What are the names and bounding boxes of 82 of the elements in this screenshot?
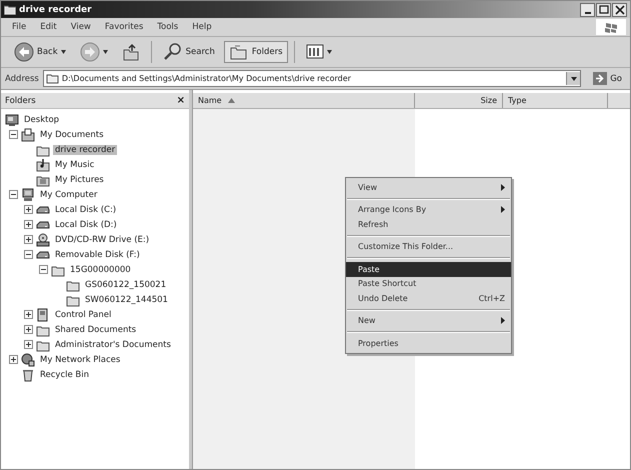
collapse-icon[interactable] [9,130,18,139]
desktop-icon [5,112,19,126]
tree-item[interactable]: GS060122_150021 [83,280,168,290]
search-button[interactable]: Search [158,41,220,63]
tree-item[interactable]: My Network Places [38,354,122,364]
address-field[interactable]: D:\Documents and Settings\Administrator\My Documents\drive recorder [42,70,582,87]
expand-icon[interactable] [24,205,33,214]
menu-item[interactable]: Customize This Folder... [346,240,511,254]
menu-item[interactable]: Help [185,21,219,33]
tree-item[interactable]: My Music [53,160,96,170]
column-header[interactable]: Type [503,93,608,108]
column-header[interactable]: Size [415,93,503,108]
menu-item[interactable]: Tools [150,21,186,33]
expand-icon[interactable] [24,220,33,229]
tree-item[interactable]: My Documents [38,130,106,140]
computer-icon [21,188,35,202]
dropdown-caret-icon [326,50,332,54]
folder-icon [46,73,59,84]
menu-item[interactable]: Favorites [98,21,150,33]
folder-icon [21,128,35,142]
collapse-icon[interactable] [39,265,48,274]
go-button[interactable]: Go [585,72,626,85]
tree-item[interactable]: DVD/CD-RW Drive (E:) [53,234,152,244]
collapse-icon[interactable] [24,250,33,259]
tree-item[interactable]: SW060122_144501 [83,294,170,304]
close-pane-button[interactable]: × [176,95,185,106]
tree-item[interactable]: drive recorder [53,144,118,154]
tree-item[interactable]: Local Disk (C:) [53,204,118,214]
search-icon [162,42,183,62]
recycle-bin-icon [21,368,35,382]
column-header[interactable]: Name [193,93,415,108]
dropdown-caret-icon [570,76,577,80]
menu-item[interactable]: Arrange Icons By [346,202,511,217]
menu-item[interactable]: Paste Shortcut [346,276,511,291]
tree-item[interactable]: Shared Documents [53,324,138,334]
window-title: drive recorder [19,4,93,14]
minimize-icon [584,12,590,14]
dropdown-caret-icon [102,50,108,54]
cd-drive-icon [36,232,50,246]
network-icon [21,352,35,366]
music-folder-icon [36,158,50,172]
back-button[interactable]: Back [9,41,71,63]
tree-item[interactable]: My Computer [38,190,100,200]
dropdown-caret-icon [60,50,66,54]
forward-icon [80,42,100,62]
expand-icon[interactable] [24,340,33,349]
menu-item[interactable]: Paste [346,262,511,276]
menu-item[interactable]: Properties [346,336,511,350]
tree-item[interactable]: My Pictures [53,174,106,184]
maximize-button[interactable] [596,2,611,16]
expand-icon[interactable] [24,310,33,319]
menu-item[interactable]: View [346,180,511,194]
expand-icon[interactable] [9,355,18,364]
pane-title: Folders [5,96,36,106]
sort-arrow-icon [228,98,235,103]
folder-icon [4,4,16,15]
folders-button[interactable]: Folders [224,41,288,63]
menu-item[interactable]: New [346,314,511,328]
expand-icon[interactable] [24,235,33,244]
menu-item[interactable]: Undo Delete Ctrl+Z [346,291,511,306]
tree-item[interactable]: Recycle Bin [38,370,92,380]
close-icon [614,4,626,15]
menu-item[interactable]: View [64,21,98,33]
close-button[interactable] [612,2,627,16]
tree-item[interactable]: Removable Disk (F:) [53,250,142,260]
menu-item[interactable]: Refresh [346,217,511,232]
tree-item[interactable]: Local Disk (D:) [53,220,119,230]
control-panel-icon [36,308,50,322]
tree-item[interactable]: Control Panel [53,310,114,320]
menu-item[interactable]: File [5,21,34,33]
back-icon [14,42,34,62]
collapse-icon[interactable] [9,190,18,199]
address-label: Address [5,74,39,84]
menu-item[interactable]: Edit [33,21,64,33]
maximize-icon [598,4,610,15]
flag-icon [604,21,618,33]
tree-item[interactable]: 15G00000000 [68,264,133,274]
minimize-button[interactable] [580,2,595,16]
expand-icon[interactable] [24,325,33,334]
up-folder-icon [122,42,140,62]
tree-item[interactable]: Desktop [22,114,62,124]
tree-item[interactable]: Administrator's Documents [53,340,173,350]
